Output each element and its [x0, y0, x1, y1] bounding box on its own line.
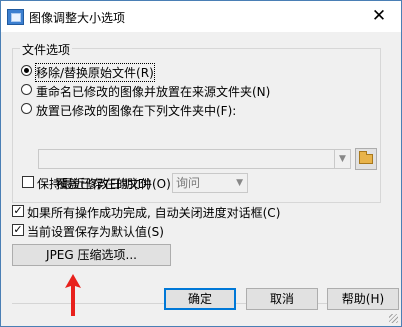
radio-button[interactable] [21, 84, 32, 95]
close-button[interactable]: ✕ [357, 1, 401, 32]
radio-rename-label: 重命名已修改的图像并放置在来源文件夹(N) [36, 85, 271, 99]
dialog-content: 文件选项 移除/替换原始文件(R) 重命名已修改的图像并放置在来源文件夹(N) … [1, 32, 401, 326]
save-as-default-label: 当前设置保存为默认值(S) [27, 225, 164, 239]
file-options-legend: 文件选项 [20, 41, 73, 58]
radio-button-checked[interactable] [21, 65, 32, 76]
image-resize-icon [7, 9, 24, 25]
help-button[interactable]: 帮助(H) [327, 288, 399, 310]
radio-replace-original-label: 移除/替换原始文件(R) [35, 63, 155, 82]
folder-icon [359, 151, 373, 164]
browse-folder-button[interactable] [355, 148, 377, 170]
radio-button[interactable] [21, 103, 32, 114]
close-icon: ✕ [371, 6, 387, 26]
jpeg-compression-options-button[interactable]: JPEG 压缩选项... [12, 244, 171, 266]
keep-modified-date-label: 保持最近修改日期(D) [37, 177, 152, 191]
checkbox-unchecked[interactable] [22, 176, 34, 188]
folder-path-combobox[interactable] [38, 149, 335, 169]
window-title: 图像调整大小选项 [29, 11, 126, 25]
ok-button[interactable]: 确定 [164, 288, 236, 310]
overwrite-existing-select[interactable]: 询问 ▼ [172, 173, 248, 193]
auto-close-progress-label: 如果所有操作成功完成, 自动关闭进度对话框(C) [27, 206, 281, 220]
chevron-down-icon: ▼ [236, 178, 243, 188]
radio-place-in-folder-label: 放置已修改的图像在下列文件夹中(F): [36, 104, 237, 118]
chevron-down-icon[interactable]: ▼ [335, 149, 351, 169]
image-resize-options-dialog: 图像调整大小选项 ✕ 文件选项 移除/替换原始文件(R) 重命名已修改的图像并放… [0, 0, 402, 327]
red-arrow-icon [65, 274, 81, 316]
cancel-button[interactable]: 取消 [246, 288, 318, 310]
checkbox-checked[interactable]: ✓ [12, 205, 24, 217]
title-bar: 图像调整大小选项 ✕ [1, 1, 401, 32]
overwrite-existing-value: 询问 [176, 176, 201, 190]
resize-grip[interactable] [389, 314, 398, 323]
checkbox-checked[interactable]: ✓ [12, 224, 24, 236]
